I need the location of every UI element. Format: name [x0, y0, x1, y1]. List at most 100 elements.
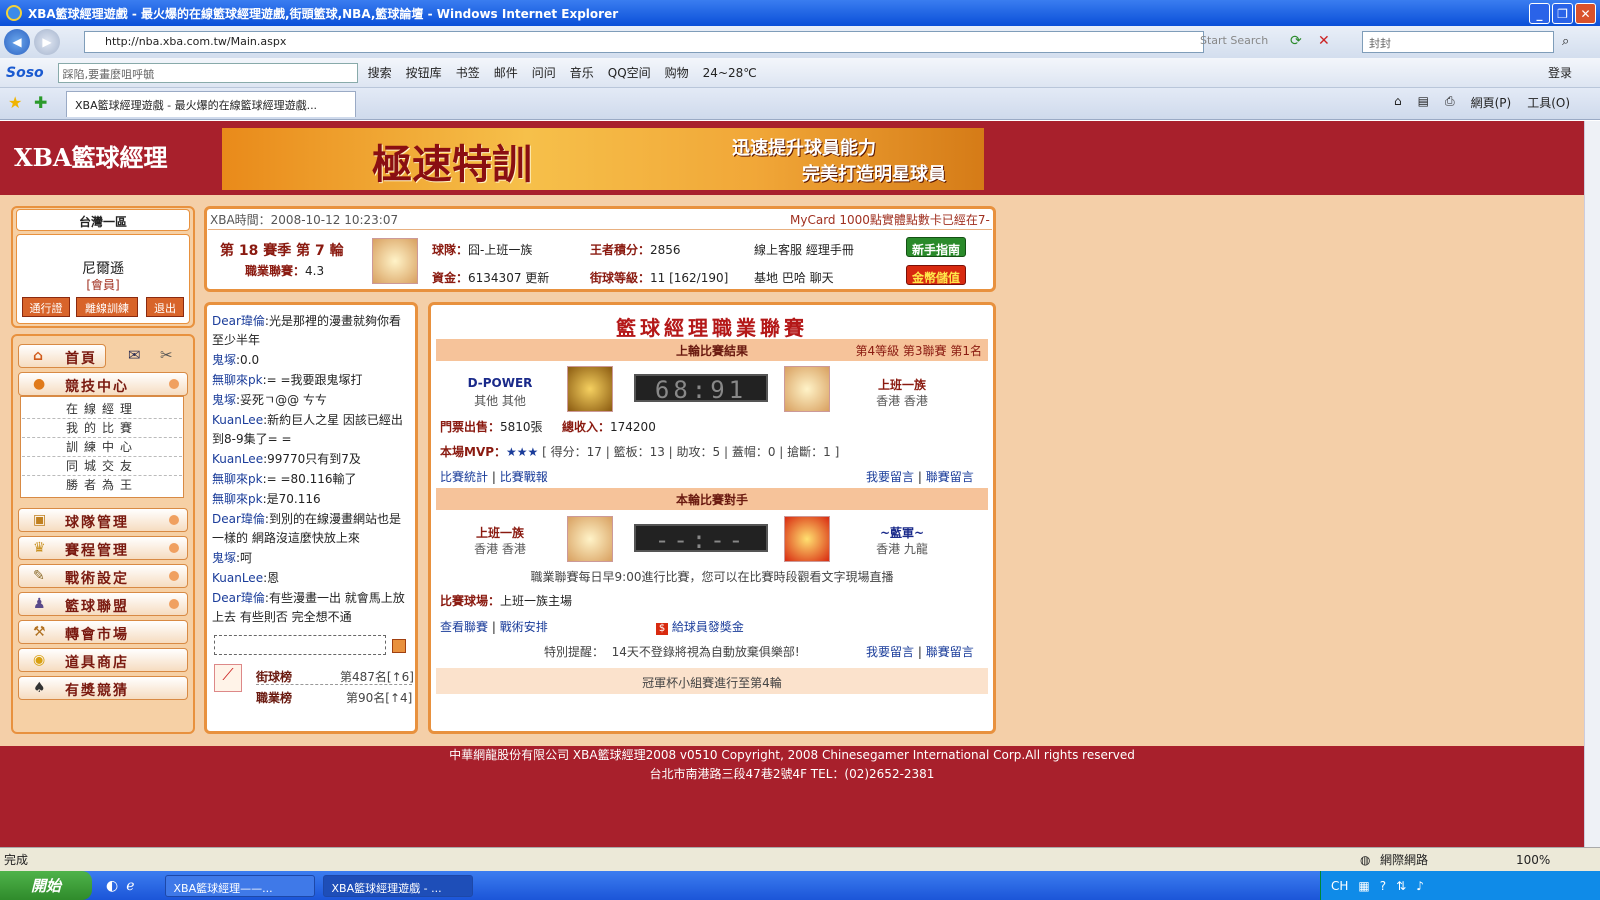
- away-team-name[interactable]: 上班一族: [852, 376, 952, 393]
- deposit-button[interactable]: 金幣儲值: [906, 265, 966, 285]
- tactics-link[interactable]: 戰術安排: [500, 620, 548, 634]
- chat-user[interactable]: 無聊來pk: [212, 492, 263, 506]
- page-menu[interactable]: 網頁(P): [1471, 94, 1512, 111]
- view-league-link[interactable]: 查看聯賽: [440, 620, 488, 634]
- subnav-friends[interactable]: 同城交友: [22, 457, 182, 476]
- chat-user[interactable]: Dear瑋倫: [212, 512, 265, 526]
- nav-transfer[interactable]: ⚒ 轉會市場: [18, 620, 188, 644]
- pro-rank-label[interactable]: 職業榜: [256, 689, 292, 706]
- promo-banner[interactable]: 極速特訓 迅速提升球員能力 完美打造明星球員: [222, 128, 984, 190]
- bonus-link[interactable]: 給球員發獎金: [672, 620, 744, 634]
- chat-user[interactable]: KuanLee: [212, 452, 263, 466]
- nav-team[interactable]: ▣ 球隊管理: [18, 508, 188, 532]
- newbie-guide-button[interactable]: 新手指南: [906, 237, 966, 257]
- ime-icon[interactable]: ▦: [1358, 879, 1369, 893]
- nav-schedule[interactable]: ♛ 賽程管理: [18, 536, 188, 560]
- chat-send-icon[interactable]: [392, 639, 406, 653]
- subnav-training[interactable]: 訓練中心: [22, 438, 182, 457]
- home-team-name[interactable]: D-POWER: [450, 376, 550, 390]
- toolbar-item-mail[interactable]: 邮件: [494, 64, 518, 81]
- restore-button[interactable]: ❐: [1552, 3, 1573, 24]
- site-logo[interactable]: XBA籃球經理: [14, 138, 168, 173]
- leave-message-link-2[interactable]: 我要留言: [866, 645, 914, 659]
- next-away-team[interactable]: ~藍軍~: [852, 524, 952, 541]
- subnav-my-matches[interactable]: 我的比賽: [22, 419, 182, 438]
- subnav-winner[interactable]: 勝者為王: [22, 476, 182, 495]
- base-links[interactable]: 基地 巴哈 聊天: [754, 269, 834, 286]
- chat-user[interactable]: 無聊來pk: [212, 472, 263, 486]
- volume-icon[interactable]: ♪: [1416, 879, 1424, 893]
- help-icon[interactable]: ?: [1380, 879, 1386, 893]
- nav-home[interactable]: ⌂ 首頁: [18, 344, 106, 368]
- tools-menu[interactable]: 工具(O): [1527, 94, 1570, 111]
- favorites-star-icon[interactable]: ★: [8, 93, 22, 112]
- toolbar-login[interactable]: 登录: [1548, 64, 1572, 81]
- forward-button[interactable]: ▶: [34, 29, 60, 55]
- nav-shop[interactable]: ◉ 道具商店: [18, 648, 188, 672]
- nav-arena[interactable]: ● 競技中心: [18, 372, 188, 396]
- tools-icon[interactable]: ✂: [160, 346, 173, 364]
- print-icon[interactable]: ⎙: [1445, 94, 1455, 111]
- taskbar-item-1[interactable]: XBA籃球經理——...: [164, 874, 315, 897]
- toolbar-item-bookmarks[interactable]: 书签: [456, 64, 480, 81]
- add-favorite-icon[interactable]: ✚: [34, 93, 47, 112]
- chat-user[interactable]: 鬼塚: [212, 393, 236, 407]
- next-home-team[interactable]: 上班一族: [450, 524, 550, 541]
- next-round-bar: 本輪比賽對手: [436, 488, 988, 510]
- match-stats-link[interactable]: 比賽統計: [440, 470, 488, 484]
- chat-user[interactable]: Dear瑋倫: [212, 591, 265, 605]
- toolbar-item-ask[interactable]: 问问: [532, 64, 556, 81]
- cup-progress[interactable]: 冠軍杯小組賽進行至第4輪: [436, 668, 988, 694]
- minimize-button[interactable]: _: [1529, 3, 1550, 24]
- notice-ticker[interactable]: MyCard 1000點實體點數卡已經在7-: [790, 211, 990, 228]
- search-go-icon[interactable]: ⌕: [1562, 34, 1569, 49]
- address-input[interactable]: http://nba.xba.com.tw/Main.aspx: [84, 31, 1204, 53]
- team-value[interactable]: 囧-上班一族: [468, 243, 532, 257]
- search-input[interactable]: 封封: [1362, 31, 1554, 53]
- chat-user[interactable]: KuanLee: [212, 413, 263, 427]
- league-message-link-2[interactable]: 聯賽留言: [926, 645, 974, 659]
- back-button[interactable]: ◀: [4, 29, 30, 55]
- nav-alliance[interactable]: ♟ 籃球聯盟: [18, 592, 188, 616]
- browser-tab[interactable]: XBA籃球經理遊戲 - 最火爆的在線籃球經理遊戲...: [66, 90, 356, 117]
- feeds-icon[interactable]: ▤: [1418, 94, 1429, 111]
- mail-icon[interactable]: ✉: [128, 346, 141, 364]
- match-report-link[interactable]: 比賽戰報: [500, 470, 548, 484]
- service-links[interactable]: 線上客服 經理手冊: [754, 241, 854, 258]
- toolbar-item-weather[interactable]: 24~28℃: [703, 66, 757, 80]
- nav-tactics[interactable]: ✎ 戰術設定: [18, 564, 188, 588]
- toolbar-item-music[interactable]: 音乐: [570, 64, 594, 81]
- zoom-level[interactable]: 100%: [1516, 853, 1550, 867]
- toolbar-item-buttons[interactable]: 按钮库: [406, 64, 442, 81]
- league-message-link[interactable]: 聯賽留言: [926, 470, 974, 484]
- soso-search-input[interactable]: 踩陷,要畫麼咀呼毓: [57, 62, 358, 83]
- close-button[interactable]: ✕: [1575, 3, 1596, 24]
- street-rank-label[interactable]: 街球榜: [256, 668, 292, 685]
- passport-button[interactable]: 通行證: [22, 297, 70, 317]
- refresh-icon[interactable]: ⟳: [1290, 33, 1302, 49]
- logout-button[interactable]: 退出: [146, 297, 184, 317]
- chat-input[interactable]: [214, 635, 386, 655]
- chat-user[interactable]: 鬼塚: [212, 551, 236, 565]
- home-icon[interactable]: ⌂: [1394, 94, 1402, 111]
- mvp-stars[interactable]: ★★★: [506, 445, 538, 459]
- offline-training-button[interactable]: 離線訓練: [76, 297, 138, 317]
- chat-user[interactable]: KuanLee: [212, 571, 263, 585]
- stop-icon[interactable]: ✕: [1318, 33, 1330, 49]
- toolbar-item-shopping[interactable]: 购物: [665, 64, 689, 81]
- leave-message-link[interactable]: 我要留言: [866, 470, 914, 484]
- chat-user[interactable]: 鬼塚: [212, 353, 236, 367]
- quick-launch-icon[interactable]: ◐: [106, 878, 118, 894]
- language-indicator[interactable]: CH: [1331, 879, 1348, 893]
- nav-quiz[interactable]: ♠ 有獎競猜: [18, 676, 188, 700]
- soso-search-button[interactable]: 搜索: [368, 64, 392, 81]
- taskbar-item-2[interactable]: XBA籃球經理遊戲 - ...: [322, 874, 473, 897]
- start-button[interactable]: 開始: [0, 871, 92, 900]
- vertical-scrollbar[interactable]: [1584, 121, 1600, 847]
- network-icon[interactable]: ⇅: [1396, 879, 1406, 893]
- ie-quick-icon[interactable]: ℯ: [126, 878, 134, 894]
- subnav-online-manager[interactable]: 在線經理: [22, 400, 182, 419]
- chat-user[interactable]: 無聊來pk: [212, 373, 263, 387]
- chat-user[interactable]: Dear瑋倫: [212, 314, 265, 328]
- toolbar-item-qzone[interactable]: QQ空间: [608, 64, 651, 81]
